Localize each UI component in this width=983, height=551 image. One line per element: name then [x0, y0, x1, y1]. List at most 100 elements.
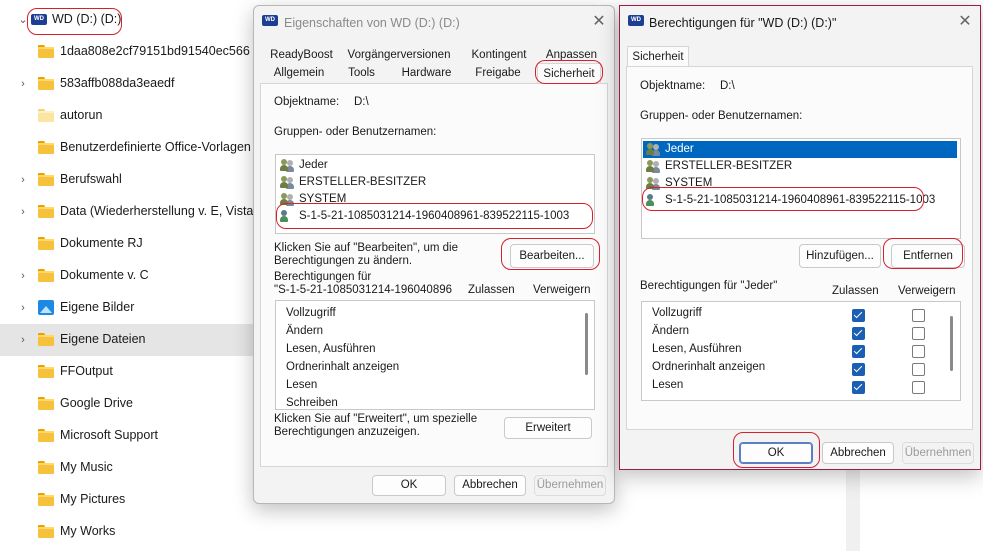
folder-icon [38, 77, 54, 90]
scrollbar-thumb[interactable] [585, 313, 588, 375]
permission-row: Ändern [286, 325, 324, 337]
tree-item-drive[interactable]: ⌄ WD WD (D:) (D:) [0, 4, 253, 36]
tab-allgemein[interactable]: Allgemein [264, 65, 334, 82]
tree-item-label: Eigene Bilder [60, 300, 135, 314]
users-listbox[interactable]: Jeder ERSTELLER-BESITZER SYSTEM S-1-5-21… [275, 154, 595, 234]
explorer-scroll-track[interactable] [846, 470, 860, 551]
allow-checkbox[interactable] [852, 363, 865, 376]
tab-freigabe[interactable]: Freigabe [464, 65, 532, 82]
tree-item[interactable]: Dokumente RJ [0, 228, 253, 260]
tree-item[interactable]: autorun [0, 100, 253, 132]
groups-label: Gruppen- oder Benutzernamen: [274, 126, 437, 138]
folder-icon [38, 525, 54, 538]
ok-button[interactable]: OK [372, 475, 446, 496]
permissions-list[interactable]: Vollzugriff Ändern Lesen, Ausführen Ordneri… [641, 301, 961, 401]
tree-item[interactable]: My Music [0, 452, 253, 484]
column-allow: Zulassen [468, 284, 515, 296]
permissions-dialog: WD Berechtigungen für "WD (D:) (D:)" ✕ S… [619, 5, 981, 470]
tree-item-label: Dokumente v. C [60, 268, 149, 282]
users-group-icon [280, 176, 295, 189]
chevron-right-icon[interactable]: › [16, 301, 30, 315]
deny-checkbox[interactable] [912, 345, 925, 358]
column-deny: Verweigern [898, 285, 956, 297]
users-group-icon [646, 177, 661, 190]
list-item-selected[interactable]: Jeder [643, 141, 957, 158]
tree-item[interactable]: Google Drive [0, 388, 253, 420]
ok-button[interactable]: OK [739, 442, 813, 464]
folder-icon [38, 205, 54, 218]
folder-icon [38, 109, 54, 122]
tree-item[interactable]: FFOutput [0, 356, 253, 388]
tab-sicherheit[interactable]: Sicherheit [537, 63, 601, 84]
permission-row: Vollzugriff [652, 307, 702, 319]
advanced-button[interactable]: Erweitert [504, 417, 592, 439]
deny-checkbox[interactable] [912, 327, 925, 340]
tab-hardware[interactable]: Hardware [389, 65, 464, 82]
tree-item[interactable]: Microsoft Support [0, 420, 253, 452]
deny-checkbox[interactable] [912, 381, 925, 394]
users-group-icon [280, 193, 295, 206]
folder-icon [38, 141, 54, 154]
deny-checkbox[interactable] [912, 309, 925, 322]
chevron-right-icon[interactable]: › [16, 173, 30, 187]
allow-checkbox[interactable] [852, 381, 865, 394]
chevron-right-icon[interactable]: › [16, 269, 30, 283]
apply-button[interactable]: Übernehmen [534, 475, 606, 496]
add-button[interactable]: Hinzufügen... [799, 244, 881, 268]
tree-item[interactable]: My Pictures [0, 484, 253, 516]
tree-item-label: Microsoft Support [60, 428, 158, 442]
tab-anpassen[interactable]: Anpassen [539, 47, 604, 64]
tab-kontingent[interactable]: Kontingent [459, 47, 539, 64]
remove-button[interactable]: Entfernen [891, 244, 965, 268]
user-name: Jeder [299, 159, 328, 171]
edit-button[interactable]: Bearbeiten... [510, 244, 594, 268]
user-name: S-1-5-21-1085031214-1960408961-839522115… [665, 194, 936, 206]
deny-checkbox[interactable] [912, 363, 925, 376]
scrollbar-thumb[interactable] [950, 316, 953, 371]
tree-item-label: Google Drive [60, 396, 133, 410]
users-group-icon [646, 143, 661, 156]
permissions-for-label: Berechtigungen für [274, 271, 372, 283]
chevron-right-icon[interactable]: › [16, 77, 30, 91]
tree-item[interactable]: › Eigene Dateien [0, 324, 253, 356]
permissions-list[interactable]: Vollzugriff Ändern Lesen, Ausführen Ordn… [275, 300, 595, 410]
user-unknown-icon [280, 210, 295, 223]
dialog-title: Berechtigungen für "WD (D:) (D:)" [649, 16, 837, 30]
chevron-right-icon[interactable]: › [16, 205, 30, 219]
permissions-for-label: Berechtigungen für "Jeder" [640, 280, 778, 292]
permission-row: Vollzugriff [286, 307, 336, 319]
close-icon[interactable]: ✕ [591, 14, 607, 30]
tree-item[interactable]: › Dokumente v. C [0, 260, 253, 292]
permission-row: Ändern [652, 325, 690, 337]
tree-item[interactable]: › Berufswahl [0, 164, 253, 196]
apply-button[interactable]: Übernehmen [902, 442, 974, 464]
tree-item[interactable]: Benutzerdefinierte Office-Vorlagen [0, 132, 253, 164]
tree-item-label: Eigene Dateien [60, 332, 146, 346]
tree-item-label: 583affb088da3eaedf [60, 76, 175, 90]
cancel-button[interactable]: Abbrechen [454, 475, 526, 496]
tab-vorgaengerversionen[interactable]: Vorgängerversionen [339, 47, 459, 64]
users-listbox[interactable]: Jeder ERSTELLER-BESITZER SYSTEM S-1-5-21… [641, 138, 961, 239]
chevron-right-icon[interactable]: › [16, 333, 30, 347]
cancel-button[interactable]: Abbrechen [822, 442, 894, 464]
folder-icon [38, 493, 54, 506]
allow-checkbox[interactable] [852, 327, 865, 340]
drive-icon: WD [628, 15, 644, 26]
security-panel: Objektname: D:\ Gruppen- oder Benutzerna… [260, 83, 608, 467]
allow-checkbox[interactable] [852, 309, 865, 322]
tree-item[interactable]: › Data (Wiederherstellung v. E, Vista) [0, 196, 258, 228]
tab-tools[interactable]: Tools [334, 65, 389, 82]
tree-item[interactable]: › 583affb088da3eaedf [0, 68, 253, 100]
close-icon[interactable]: ✕ [957, 14, 973, 30]
tree-item-label: 1daa808e2cf79151bd91540ec566 [60, 44, 250, 58]
tree-item[interactable]: 1daa808e2cf79151bd91540ec566 [0, 36, 253, 68]
security-panel: Objektname: D:\ Gruppen- oder Benutzerna… [626, 66, 973, 430]
user-name: S-1-5-21-1085031214-1960408961-839522115… [299, 210, 570, 222]
allow-checkbox[interactable] [852, 345, 865, 358]
tab-readyboost[interactable]: ReadyBoost [264, 47, 339, 64]
chevron-down-icon[interactable]: ⌄ [16, 13, 30, 27]
tree-item[interactable]: › Eigene Bilder [0, 292, 253, 324]
tree-item[interactable]: My Works [0, 516, 253, 548]
tab-sicherheit[interactable]: Sicherheit [627, 46, 689, 67]
tree-item-label: Benutzerdefinierte Office-Vorlagen [60, 140, 251, 154]
